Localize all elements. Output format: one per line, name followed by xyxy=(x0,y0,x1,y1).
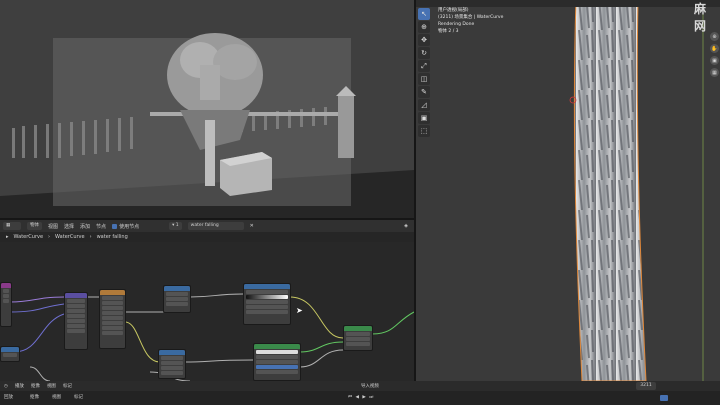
viewport-3d[interactable] xyxy=(416,0,720,381)
measure-tool-icon[interactable]: ◿ xyxy=(418,99,430,111)
tl-tool[interactable]: 视图 xyxy=(52,394,61,400)
menu-marker[interactable]: 标记 xyxy=(63,383,72,389)
rotate-tool-icon[interactable]: ↻ xyxy=(418,47,430,59)
node-mapping[interactable] xyxy=(64,292,88,350)
menu-keying[interactable]: 抠像 xyxy=(31,383,40,389)
viewport-info: 用户透视(局部) (3211) 场景集合 | WaterCurve Render… xyxy=(438,7,503,35)
add-cube-tool-icon[interactable]: ▣ xyxy=(418,112,430,124)
tl-tool[interactable]: 回放 xyxy=(4,394,13,400)
mouse-cursor-icon: ➤ xyxy=(296,306,303,315)
timeline-header: ◷ 播放 抠像 视图 标记 导入视频 xyxy=(0,381,720,391)
navigation-gizmo: ⊕ ✋ ▣ ▦ xyxy=(710,32,719,80)
menu-node[interactable]: 节点 xyxy=(96,223,106,230)
chevron-right-icon: › xyxy=(48,234,51,240)
toolbox: ↖ ⊕ ✥ ↻ ⤢ ◫ ✎ ◿ ▣ ⬚ xyxy=(418,8,432,142)
slot-value: 1 xyxy=(175,223,179,228)
render-scene-illustration xyxy=(0,0,414,218)
menu-playback[interactable]: 播放 xyxy=(15,383,24,389)
use-nodes-checkbox[interactable]: 使用节点 xyxy=(112,223,139,230)
editor-type-button[interactable]: ▦ xyxy=(3,222,21,230)
breadcrumb-item[interactable]: WaterCurve xyxy=(14,234,44,240)
current-frame-field[interactable]: 3211 xyxy=(636,382,656,390)
select-tool-icon[interactable]: ↖ xyxy=(418,8,430,20)
node-principled[interactable] xyxy=(253,343,301,381)
material-selector[interactable]: water falling xyxy=(187,222,244,230)
node-editor-header: ▦ 物体 视图 选择 添加 节点 使用节点 ▾ 1 water falling … xyxy=(0,220,414,232)
menu-view[interactable]: 视图 xyxy=(47,383,56,389)
close-icon[interactable]: ✕ xyxy=(250,223,254,229)
node-canvas[interactable]: ➤ xyxy=(0,242,414,381)
chevron-right-icon: › xyxy=(89,234,92,240)
breadcrumb-item[interactable]: water falling xyxy=(97,234,128,240)
node-material-output[interactable] xyxy=(343,325,373,351)
cursor-tool-icon[interactable]: ⊕ xyxy=(418,21,430,33)
move-tool-icon[interactable]: ✥ xyxy=(418,34,430,46)
waterfall-object-illustration xyxy=(569,0,704,381)
use-nodes-label: 使用节点 xyxy=(119,223,140,230)
object-icon: ▸ xyxy=(6,234,9,240)
scale-tool-icon[interactable]: ⤢ xyxy=(418,60,430,72)
collection-info: (3211) 场景集合 | WaterCurve xyxy=(438,15,504,20)
playback-controls[interactable]: ⏮ ◀ ▶ ⏭ xyxy=(348,394,374,400)
extrude-tool-icon[interactable]: ⬚ xyxy=(418,125,430,137)
transform-tool-icon[interactable]: ◫ xyxy=(418,73,430,85)
tl-tool[interactable]: 标记 xyxy=(74,394,83,400)
node-math[interactable] xyxy=(163,285,191,313)
object-count: 物体 2 / 3 xyxy=(438,29,459,34)
breadcrumb: ▸ WaterCurve › WaterCurve › water fallin… xyxy=(0,232,414,242)
watermark: 麻 网 xyxy=(694,2,708,33)
viewport-header xyxy=(416,0,720,7)
menu-add[interactable]: 添加 xyxy=(80,223,90,230)
pin-icon[interactable]: ◈ xyxy=(404,223,408,229)
import-video-label[interactable]: 导入视频 xyxy=(361,383,379,389)
menu-view[interactable]: 视图 xyxy=(48,223,58,230)
timeline-bar[interactable]: 回放 抠像 视图 标记 ⏮ ◀ ▶ ⏭ xyxy=(0,391,720,405)
breadcrumb-item[interactable]: WaterCurve xyxy=(55,234,85,240)
node-color-ramp[interactable] xyxy=(243,283,291,325)
slot-dropdown[interactable]: ▾ 1 xyxy=(169,222,182,230)
grid-icon[interactable]: ▦ xyxy=(710,68,719,77)
camera-icon[interactable]: ▣ xyxy=(710,56,719,65)
material-name: water falling xyxy=(190,223,219,228)
node-math-2[interactable] xyxy=(158,349,186,379)
timeline-editor-icon[interactable]: ◷ xyxy=(4,384,8,389)
node-texture[interactable] xyxy=(99,289,126,349)
object-type-dropdown[interactable]: 物体 xyxy=(27,222,42,230)
render-status: Rendering Done xyxy=(438,22,475,27)
annotate-tool-icon[interactable]: ✎ xyxy=(418,86,430,98)
tl-tool[interactable]: 抠像 xyxy=(30,394,39,400)
view-name: 用户透视(局部) xyxy=(438,8,469,13)
node-partial-left-bottom[interactable] xyxy=(0,346,20,362)
pan-hand-icon[interactable]: ✋ xyxy=(710,44,719,53)
keyframe-marker[interactable] xyxy=(660,395,668,401)
node-partial-left[interactable] xyxy=(0,282,12,327)
node-links xyxy=(9,293,414,381)
render-view[interactable] xyxy=(0,0,414,218)
menu-select[interactable]: 选择 xyxy=(64,223,74,230)
